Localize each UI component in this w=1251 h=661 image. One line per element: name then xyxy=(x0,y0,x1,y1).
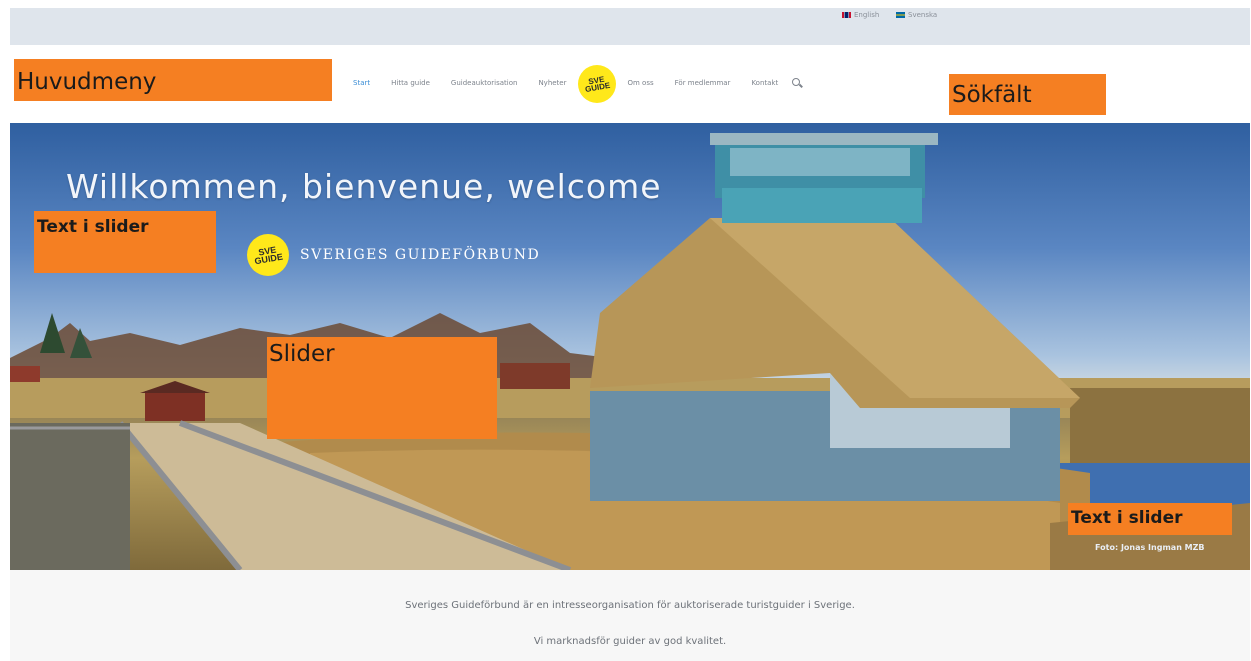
nav-item-hitta-guide[interactable]: Hitta guide xyxy=(391,79,430,87)
intro-text-line-2: Vi marknadsför guider av god kvalitet. xyxy=(533,636,727,647)
page: English Svenska Huvudmeny Start Hitta gu… xyxy=(0,0,1251,661)
site-header: Huvudmeny Start Hitta guide Guideauktori… xyxy=(10,45,1250,123)
site-logo[interactable]: SVE GUIDE xyxy=(577,65,616,103)
site-logo-text: SVE GUIDE xyxy=(583,74,611,95)
language-bar: English Svenska xyxy=(10,8,1250,45)
slider-brand-name: SVERIGES GUIDEFÖRBUND xyxy=(300,247,541,263)
language-english-link[interactable]: English xyxy=(842,11,879,19)
search-icon[interactable] xyxy=(791,77,803,89)
nav-item-nyheter[interactable]: Nyheter xyxy=(538,79,566,87)
intro-section: Sveriges Guideförbund är en intresseorga… xyxy=(10,570,1250,661)
annotation-slider: Slider xyxy=(267,337,497,439)
hero-slider[interactable]: Willkommen, bienvenue, welcome SVE GUIDE… xyxy=(10,123,1250,570)
uk-flag-icon xyxy=(842,12,851,18)
slider-logo-text: SVE GUIDE xyxy=(253,244,284,267)
nav-item-guideauktorisation[interactable]: Guideauktorisation xyxy=(451,79,518,87)
annotation-slider-text-1: Text i slider xyxy=(34,211,216,273)
annotation-search-field: Sökfält xyxy=(949,74,1106,115)
language-swedish-label: Svenska xyxy=(908,11,938,19)
language-swedish-link[interactable]: Svenska xyxy=(896,11,937,19)
main-navigation: Start Hitta guide Guideauktorisation Nyh… xyxy=(353,65,803,103)
slider-heading: Willkommen, bienvenue, welcome xyxy=(66,167,662,206)
swedish-flag-icon xyxy=(896,12,905,18)
intro-text-line-1: Sveriges Guideförbund är en intresseorga… xyxy=(405,600,855,611)
slider-logo: SVE GUIDE xyxy=(247,234,289,276)
language-english-label: English xyxy=(854,11,880,19)
nav-item-start[interactable]: Start xyxy=(353,79,370,87)
annotation-main-menu: Huvudmeny xyxy=(14,59,332,101)
nav-item-om-oss[interactable]: Om oss xyxy=(628,79,654,87)
nav-item-for-medlemmar[interactable]: För medlemmar xyxy=(675,79,731,87)
nav-item-kontakt[interactable]: Kontakt xyxy=(751,79,778,87)
annotation-slider-text-2: Text i slider xyxy=(1068,503,1232,535)
photo-credit: Foto: Jonas Ingman MZB xyxy=(1095,543,1205,552)
